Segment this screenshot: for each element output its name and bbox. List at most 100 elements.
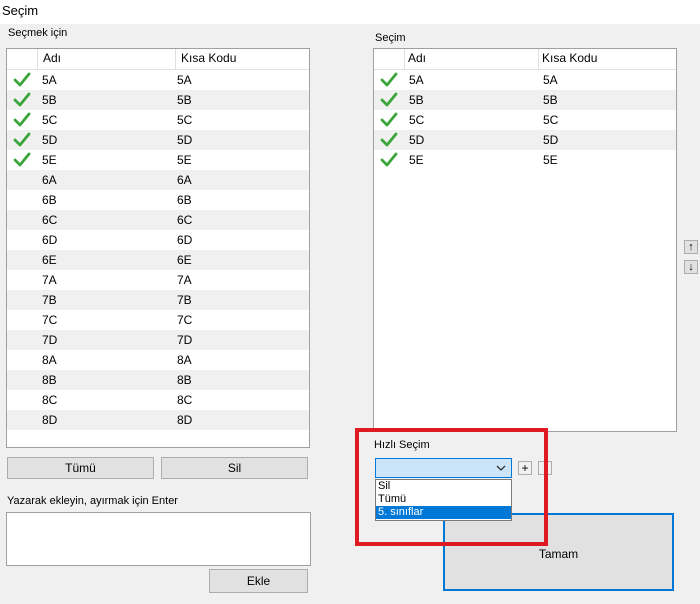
available-list[interactable]: Adı Kısa Kodu 5A 5A 5B 5B 5C 5C 5D 5D 5E 5E 6A 6A 6B… (6, 48, 310, 448)
cell-name: 5C (42, 113, 58, 127)
table-row[interactable]: 7B 7B (7, 290, 309, 310)
cell-name: 5A (409, 73, 424, 87)
cell-code: 7C (177, 313, 193, 327)
table-row[interactable]: 5D 5D (374, 130, 676, 150)
table-row[interactable]: 6D 6D (7, 230, 309, 250)
table-row[interactable]: 5B 5B (7, 90, 309, 110)
add-text-input[interactable] (6, 512, 311, 566)
cell-name: 5E (42, 153, 57, 167)
cell-name: 5B (409, 93, 424, 107)
cell-code: 7A (177, 273, 192, 287)
cell-code: 5B (543, 93, 558, 107)
table-row[interactable]: 8C 8C (7, 390, 309, 410)
cell-name: 7A (42, 273, 57, 287)
cell-name: 5D (409, 133, 425, 147)
cell-code: 8D (177, 413, 193, 427)
cell-name: 6C (42, 213, 58, 227)
table-row[interactable]: 6B 6B (7, 190, 309, 210)
checkmark-icon (13, 112, 31, 127)
table-row[interactable]: 5C 5C (374, 110, 676, 130)
cell-name: 6A (42, 173, 57, 187)
cell-name: 5B (42, 93, 57, 107)
checkmark-icon (380, 132, 398, 147)
table-row[interactable]: 7C 7C (7, 310, 309, 330)
column-name[interactable]: Adı (408, 51, 426, 65)
left-list-header: Adı Kısa Kodu (7, 49, 309, 70)
cell-name: 7C (42, 313, 58, 327)
table-row[interactable]: 5E 5E (374, 150, 676, 170)
cell-code: 7B (177, 293, 192, 307)
checkmark-icon (380, 152, 398, 167)
table-row[interactable]: 7A 7A (7, 270, 309, 290)
checkmark-icon (380, 72, 398, 87)
cell-code: 5C (543, 113, 559, 127)
delete-button[interactable]: Sil (161, 457, 308, 479)
checkmark-icon (13, 92, 31, 107)
table-row[interactable]: 5A 5A (7, 70, 309, 90)
cell-name: 5D (42, 133, 58, 147)
cell-code: 5E (543, 153, 558, 167)
table-row[interactable]: 5B 5B (374, 90, 676, 110)
cell-name: 6B (42, 193, 57, 207)
cell-code: 6C (177, 213, 193, 227)
title-bar: Seçim (0, 0, 700, 24)
cell-code: 6E (177, 253, 192, 267)
table-row[interactable]: 5E 5E (7, 150, 309, 170)
cell-name: 5C (409, 113, 425, 127)
table-row[interactable]: 5D 5D (7, 130, 309, 150)
table-row[interactable]: 5A 5A (374, 70, 676, 90)
cell-code: 7D (177, 333, 193, 347)
table-row[interactable]: 8B 8B (7, 370, 309, 390)
cell-name: 6D (42, 233, 58, 247)
right-list-header: Adı Kısa Kodu (374, 49, 676, 70)
cell-name: 8D (42, 413, 58, 427)
table-row[interactable]: 6A 6A (7, 170, 309, 190)
right-list-label: Seçim (375, 32, 406, 44)
cell-name: 8C (42, 393, 58, 407)
cell-code: 8B (177, 373, 192, 387)
table-row[interactable]: 6C 6C (7, 210, 309, 230)
cell-code: 5D (543, 133, 559, 147)
cell-name: 7B (42, 293, 57, 307)
ok-button-label: Tamam (538, 547, 579, 561)
table-row[interactable]: 8A 8A (7, 350, 309, 370)
cell-code: 5B (177, 93, 192, 107)
cell-code: 8C (177, 393, 193, 407)
cell-name: 5E (409, 153, 424, 167)
add-text-label: Yazarak ekleyin, ayırmak için Enter (7, 495, 178, 507)
cell-code: 6D (177, 233, 193, 247)
column-code[interactable]: Kısa Kodu (542, 51, 597, 65)
table-row[interactable]: 6E 6E (7, 250, 309, 270)
checkmark-icon (380, 92, 398, 107)
window-title: Seçim (2, 3, 39, 18)
arrow-down-icon[interactable]: ↓ (684, 260, 698, 274)
checkmark-icon (380, 112, 398, 127)
column-code[interactable]: Kısa Kodu (181, 51, 236, 65)
cell-code: 5A (177, 73, 192, 87)
table-row[interactable]: 8D 8D (7, 410, 309, 430)
checkmark-icon (13, 132, 31, 147)
cell-name: 8B (42, 373, 57, 387)
left-list-label: Seçmek için (8, 27, 68, 39)
column-name[interactable]: Adı (43, 51, 61, 65)
select-all-button[interactable]: Tümü (7, 457, 154, 479)
cell-name: 8A (42, 353, 57, 367)
cell-name: 7D (42, 333, 58, 347)
cell-name: 6E (42, 253, 57, 267)
cell-code: 6B (177, 193, 192, 207)
cell-name: 5A (42, 73, 57, 87)
cell-code: 5E (177, 153, 192, 167)
cell-code: 5D (177, 133, 193, 147)
table-row[interactable]: 7D 7D (7, 330, 309, 350)
selected-list[interactable]: Adı Kısa Kodu 5A 5A 5B 5B 5C 5C 5D 5D 5E 5E (373, 48, 677, 432)
cell-code: 5C (177, 113, 193, 127)
cell-code: 6A (177, 173, 192, 187)
checkmark-icon (13, 72, 31, 87)
highlight-box (355, 428, 548, 546)
add-button[interactable]: Ekle (209, 569, 308, 593)
arrow-up-icon[interactable]: ↑ (684, 240, 698, 254)
cell-code: 8A (177, 353, 192, 367)
table-row[interactable]: 5C 5C (7, 110, 309, 130)
cell-code: 5A (543, 73, 558, 87)
checkmark-icon (13, 152, 31, 167)
